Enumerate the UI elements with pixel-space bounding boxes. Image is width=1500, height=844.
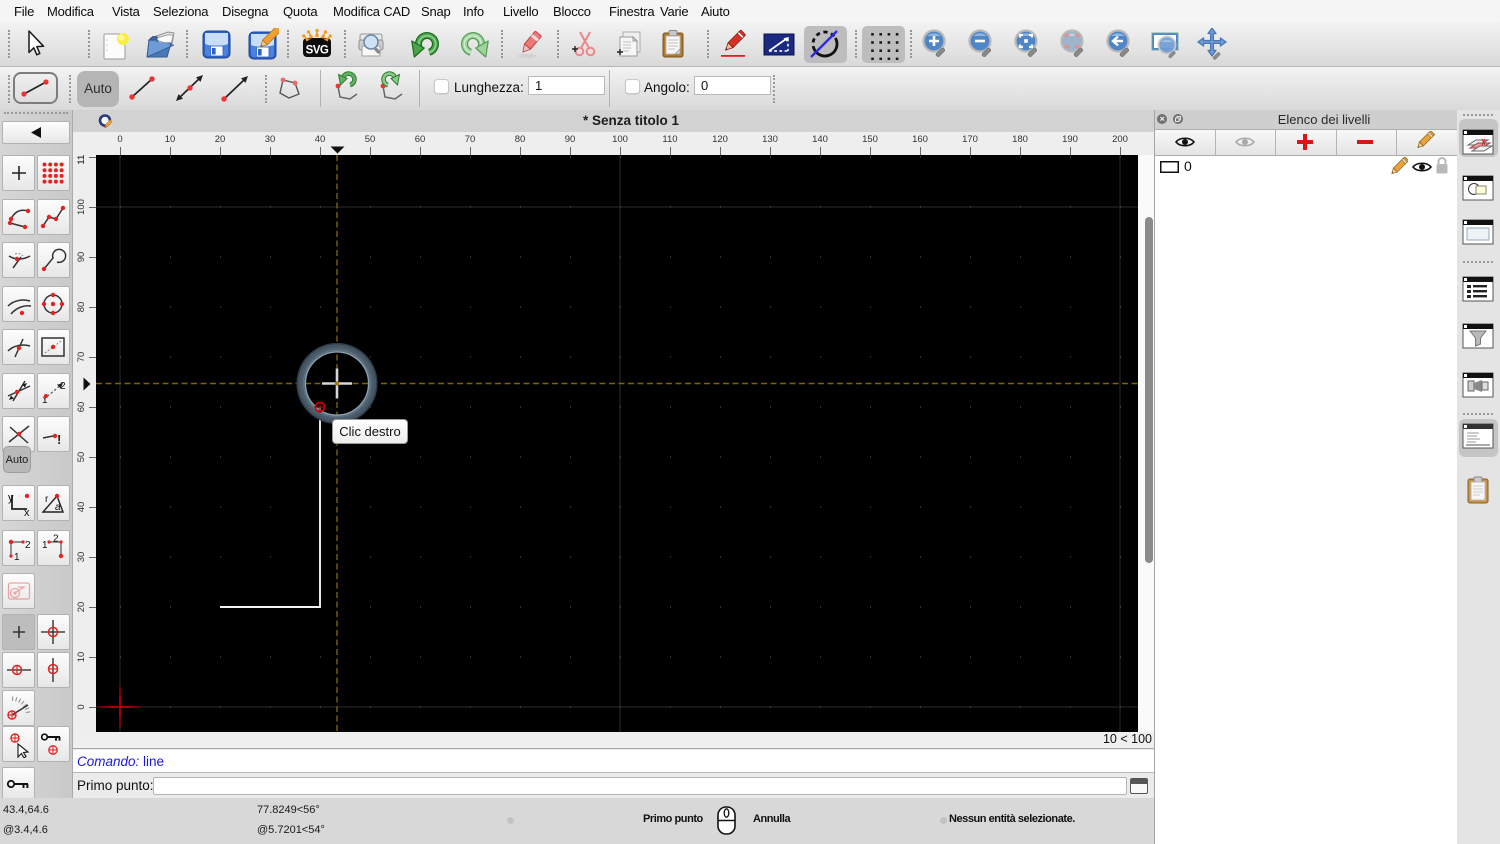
svg-text:2: 2	[25, 540, 31, 551]
svg-text:1: 1	[42, 540, 48, 551]
svg-text:2: 2	[53, 534, 59, 545]
svg-text:r: r	[45, 494, 49, 505]
svg-text:1: 1	[14, 552, 20, 562]
svg-text:!: !	[57, 432, 61, 447]
svg-text:y: y	[8, 492, 14, 504]
svg-text:x: x	[24, 507, 30, 517]
svg-text:a: a	[55, 502, 61, 513]
svg-text:SVG: SVG	[306, 45, 329, 57]
svg-text:2: 2	[60, 381, 66, 392]
